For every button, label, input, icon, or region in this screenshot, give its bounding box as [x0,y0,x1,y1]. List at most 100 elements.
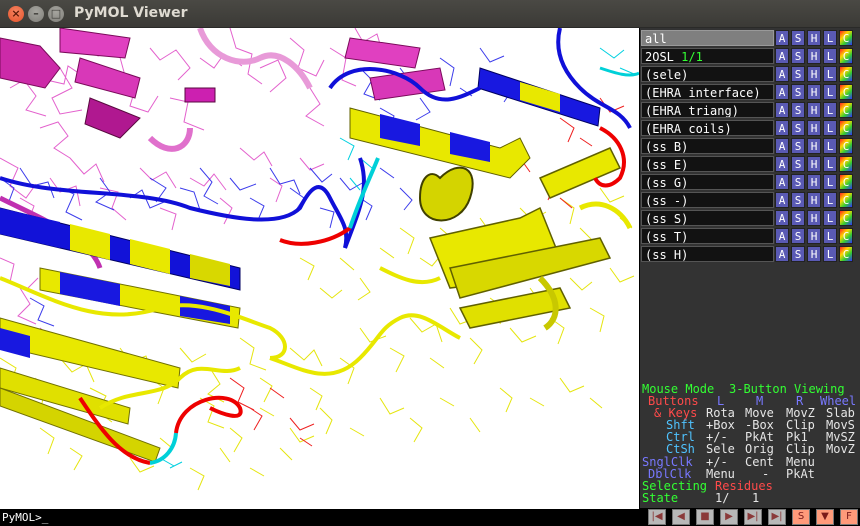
fullscreen-button[interactable]: F [840,509,858,525]
label-button[interactable]: L [823,138,837,154]
rewind-button[interactable]: |◀ [648,509,666,525]
action-button[interactable]: A [775,192,789,208]
object-name[interactable]: all [641,30,774,46]
color-button[interactable]: C [839,174,853,190]
object-row[interactable]: (ss_B) A S H L C [640,137,860,155]
action-button[interactable]: A [775,66,789,82]
label-button[interactable]: L [823,102,837,118]
show-button[interactable]: S [791,246,805,262]
hide-button[interactable]: H [807,138,821,154]
object-name[interactable]: (ss_E) [641,156,774,172]
action-button[interactable]: A [775,246,789,262]
color-button[interactable]: C [839,84,853,100]
object-name[interactable]: (ss_S) [641,210,774,226]
hide-button[interactable]: H [807,192,821,208]
hide-button[interactable]: H [807,174,821,190]
menu-down-button[interactable]: ▼ [816,509,834,525]
action-button[interactable]: A [775,120,789,136]
object-name[interactable]: (sele) [641,66,774,82]
object-name[interactable]: (ss_-) [641,192,774,208]
object-row[interactable]: (ss_-) A S H L C [640,191,860,209]
step-forward-button[interactable]: ▶| [744,509,762,525]
hide-button[interactable]: H [807,246,821,262]
label-button[interactable]: L [823,192,837,208]
command-line[interactable]: PyMOL>_ [0,509,639,526]
object-row[interactable]: all A S H L C [640,29,860,47]
show-button[interactable]: S [791,84,805,100]
color-button[interactable]: C [839,48,853,64]
action-button[interactable]: A [775,174,789,190]
color-button[interactable]: C [839,156,853,172]
show-button[interactable]: S [791,102,805,118]
object-name[interactable]: 2OSL 1/1 [641,48,774,64]
action-button[interactable]: A [775,30,789,46]
object-row[interactable]: (EHRA_interface) A S H L C [640,83,860,101]
color-button[interactable]: C [839,120,853,136]
color-button[interactable]: C [839,30,853,46]
label-button[interactable]: L [823,156,837,172]
object-row[interactable]: (EHRA_coils) A S H L C [640,119,860,137]
object-name[interactable]: (ss_B) [641,138,774,154]
stop-button[interactable]: ■ [696,509,714,525]
label-button[interactable]: L [823,174,837,190]
object-row[interactable]: (ss_H) A S H L C [640,245,860,263]
show-button[interactable]: S [791,174,805,190]
hide-button[interactable]: H [807,84,821,100]
fast-forward-button[interactable]: ▶| [768,509,786,525]
show-button[interactable]: S [791,156,805,172]
show-button[interactable]: S [791,210,805,226]
show-button[interactable]: S [791,228,805,244]
object-row[interactable]: (ss_E) A S H L C [640,155,860,173]
hide-button[interactable]: H [807,66,821,82]
object-row[interactable]: (EHRA_triang) A S H L C [640,101,860,119]
object-name[interactable]: (ss_G) [641,174,774,190]
show-button[interactable]: S [791,66,805,82]
show-button[interactable]: S [791,192,805,208]
color-button[interactable]: C [839,192,853,208]
hide-button[interactable]: H [807,30,821,46]
hide-button[interactable]: H [807,120,821,136]
object-row[interactable]: (ss_G) A S H L C [640,173,860,191]
play-button[interactable]: ▶ [720,509,738,525]
sculpt-button[interactable]: S [792,509,810,525]
label-button[interactable]: L [823,228,837,244]
show-button[interactable]: S [791,30,805,46]
step-back-button[interactable]: ◀ [672,509,690,525]
minimize-window-button[interactable]: – [28,6,44,22]
object-name[interactable]: (EHRA_triang) [641,102,774,118]
color-button[interactable]: C [839,246,853,262]
hide-button[interactable]: H [807,102,821,118]
label-button[interactable]: L [823,30,837,46]
color-button[interactable]: C [839,228,853,244]
label-button[interactable]: L [823,246,837,262]
label-button[interactable]: L [823,48,837,64]
hide-button[interactable]: H [807,156,821,172]
label-button[interactable]: L [823,66,837,82]
object-name[interactable]: (ss_H) [641,246,774,262]
object-row[interactable]: (ss_S) A S H L C [640,209,860,227]
color-button[interactable]: C [839,66,853,82]
action-button[interactable]: A [775,84,789,100]
show-button[interactable]: S [791,48,805,64]
action-button[interactable]: A [775,138,789,154]
hide-button[interactable]: H [807,210,821,226]
object-name[interactable]: (EHRA_coils) [641,120,774,136]
object-row[interactable]: 2OSL 1/1 A S H L C [640,47,860,65]
action-button[interactable]: A [775,156,789,172]
action-button[interactable]: A [775,102,789,118]
hide-button[interactable]: H [807,48,821,64]
color-button[interactable]: C [839,102,853,118]
object-name[interactable]: (ss_T) [641,228,774,244]
label-button[interactable]: L [823,120,837,136]
hide-button[interactable]: H [807,228,821,244]
close-window-button[interactable]: × [8,6,24,22]
action-button[interactable]: A [775,228,789,244]
object-row[interactable]: (ss_T) A S H L C [640,227,860,245]
color-button[interactable]: C [839,138,853,154]
molecule-viewport[interactable] [0,28,639,509]
color-button[interactable]: C [839,210,853,226]
object-name[interactable]: (EHRA_interface) [641,84,774,100]
maximize-window-button[interactable]: □ [48,6,64,22]
object-row[interactable]: (sele) A S H L C [640,65,860,83]
show-button[interactable]: S [791,138,805,154]
